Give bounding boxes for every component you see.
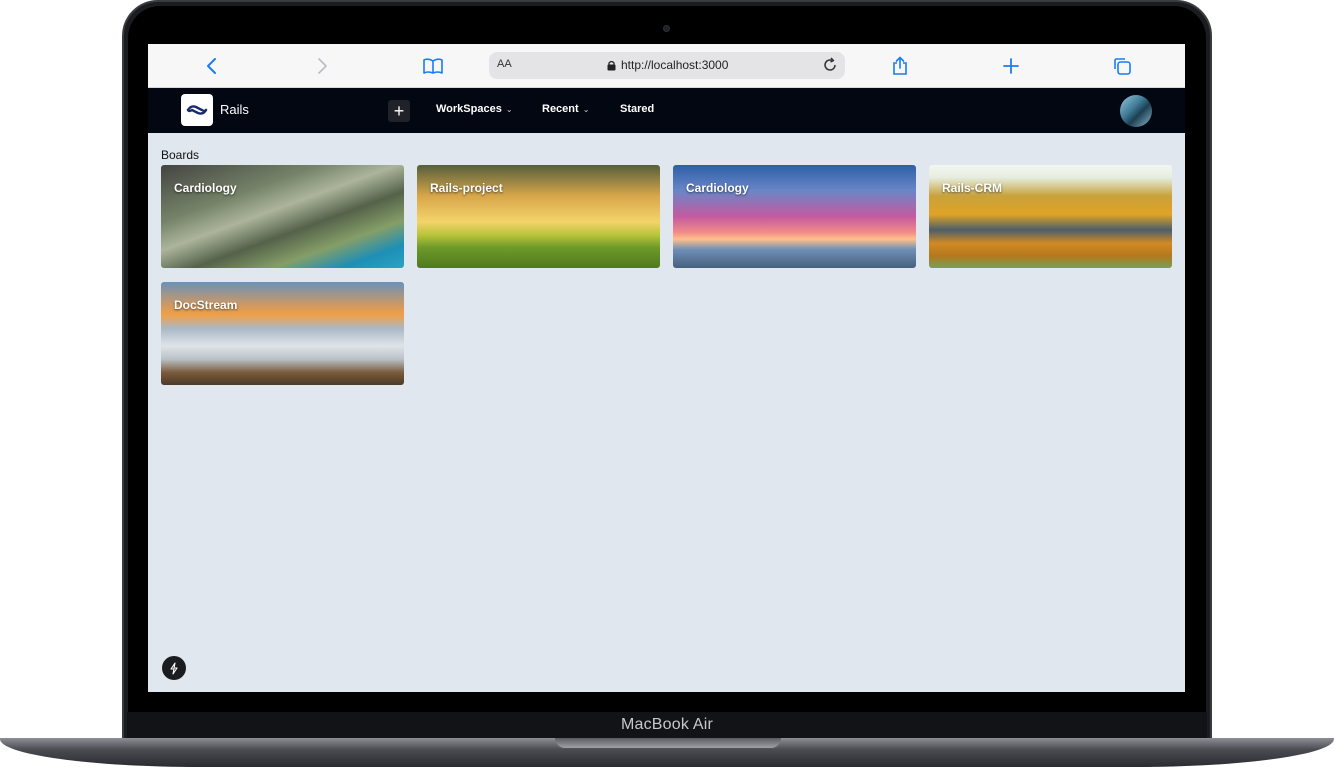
board-card[interactable]: DocStream — [161, 282, 404, 385]
user-avatar[interactable] — [1120, 95, 1152, 127]
chevron-down-icon: ⌄ — [505, 104, 513, 114]
text-size-button[interactable]: AA — [497, 58, 512, 70]
nav-recent[interactable]: Recent ⌄ — [542, 103, 589, 115]
laptop-mockup: MacBook Air AA http://localhost:3000 Rai… — [0, 0, 1334, 767]
rails-logo-icon — [186, 105, 208, 115]
reload-icon[interactable] — [821, 56, 839, 74]
back-icon[interactable] — [200, 54, 224, 78]
bolt-icon-button[interactable] — [162, 656, 186, 680]
tabs-icon[interactable] — [1110, 54, 1134, 78]
brand-name[interactable]: Rails — [220, 102, 249, 117]
nav-workspaces[interactable]: WorkSpaces ⌄ — [436, 103, 513, 115]
url-text: http://localhost:3000 — [621, 58, 729, 72]
share-icon[interactable] — [888, 54, 912, 78]
camera — [663, 25, 670, 32]
board-card[interactable]: Rails-project — [417, 165, 660, 268]
new-tab-icon[interactable] — [999, 54, 1023, 78]
section-title: Boards — [161, 148, 200, 162]
screen: AA http://localhost:3000 Rails + WorkSpa… — [148, 44, 1185, 692]
chevron-down-icon: ⌄ — [582, 104, 590, 114]
board-title: Cardiology — [686, 181, 749, 195]
bookmarks-icon[interactable] — [421, 54, 445, 78]
app-logo[interactable] — [181, 94, 213, 126]
lock-icon — [607, 60, 616, 70]
nav-stared[interactable]: Stared — [620, 103, 654, 115]
app-navbar: Rails + WorkSpaces ⌄ Recent ⌄ Stared — [148, 88, 1185, 133]
forward-icon[interactable] — [310, 54, 334, 78]
model-label: MacBook Air — [620, 716, 713, 733]
board-title: Rails-CRM — [942, 181, 1003, 195]
board-title: Cardiology — [174, 181, 237, 195]
board-card[interactable]: Cardiology — [161, 165, 404, 268]
board-card[interactable]: Cardiology — [673, 165, 916, 268]
board-title: Rails-project — [430, 181, 503, 195]
board-title: DocStream — [174, 298, 238, 312]
browser-toolbar: AA http://localhost:3000 — [148, 44, 1185, 88]
board-card[interactable]: Rails-CRM — [929, 165, 1172, 268]
address-bar[interactable]: AA http://localhost:3000 — [489, 52, 845, 79]
laptop-notch — [555, 738, 781, 748]
create-button[interactable]: + — [388, 100, 410, 122]
lightning-icon — [170, 661, 178, 675]
